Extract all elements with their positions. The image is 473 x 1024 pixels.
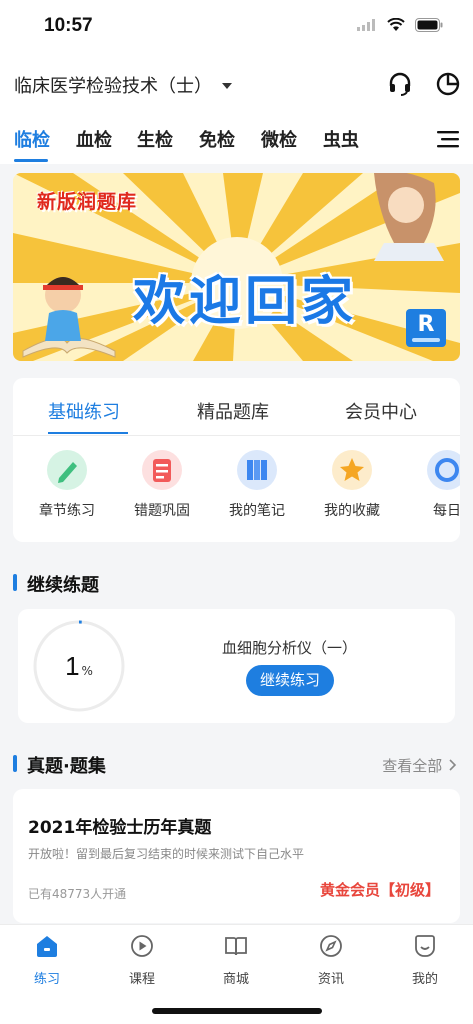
- continue-card[interactable]: 1% 血细胞分析仪（一） 继续练习: [18, 609, 455, 723]
- nav-course[interactable]: 课程: [107, 933, 177, 987]
- nav-label: 资讯: [317, 972, 344, 987]
- pencil-icon: [47, 450, 87, 490]
- cellular-signal-icon: [357, 19, 375, 31]
- reading-boy-illustration: [22, 277, 116, 358]
- brand-logo-bar: [412, 338, 440, 342]
- tab-shengjian[interactable]: 生检: [137, 126, 173, 152]
- shortcut-label: 错题巩固: [134, 503, 190, 519]
- error-list-icon: [142, 450, 182, 490]
- nav-label: 我的: [411, 972, 438, 987]
- menu-icon[interactable]: [437, 130, 459, 148]
- nav-practice[interactable]: 练习: [12, 933, 82, 987]
- shortcut-wrong-questions[interactable]: 错题巩固: [117, 450, 207, 520]
- active-tab-indicator: [14, 159, 48, 162]
- caret-down-icon: [222, 83, 232, 89]
- shortcut-my-notes[interactable]: 我的笔记: [212, 450, 302, 520]
- exam-section-title: 真题·题集: [13, 752, 106, 778]
- status-icons: [357, 18, 443, 32]
- brand-logo: R: [406, 309, 446, 347]
- status-bar: 10:57: [0, 0, 473, 56]
- nav-label: 商城: [222, 972, 249, 987]
- profile-icon: [415, 935, 435, 957]
- nav-store[interactable]: 商城: [201, 933, 271, 987]
- progress-text: 1%: [32, 619, 126, 713]
- shortcut-my-favorites[interactable]: 我的收藏: [307, 450, 397, 520]
- banner-tag: 新版润题库: [37, 191, 138, 213]
- practice-tab-indicator: [48, 432, 128, 434]
- nav-label: 练习: [33, 972, 60, 987]
- headset-icon[interactable]: [386, 70, 414, 98]
- nav-news[interactable]: 资讯: [296, 933, 366, 987]
- nav-label: 课程: [128, 972, 155, 987]
- tab-basic-practice[interactable]: 基础练习: [48, 398, 120, 424]
- exam-set-user-count: 已有48773人开通: [28, 887, 127, 901]
- shortcut-row: 章节练习 错题巩固 我的笔记 我的收藏 每日: [13, 450, 460, 530]
- shortcut-daily[interactable]: 每日: [402, 450, 460, 520]
- book-icon: [225, 937, 247, 956]
- tab-chongchong[interactable]: 虫虫: [323, 126, 359, 152]
- pie-chart-icon[interactable]: [434, 70, 462, 98]
- practice-tabs: 基础练习 精品题库 会员中心: [13, 378, 460, 436]
- star-icon: [332, 450, 372, 490]
- last-chapter-name: 血细胞分析仪（一）: [222, 639, 358, 657]
- exam-set-description: 开放啦！留到最后复习结束的时候来测试下自己水平: [28, 847, 305, 861]
- progress-unit: %: [81, 664, 93, 678]
- promo-banner[interactable]: 新版润题库 欢迎回家 R: [13, 173, 460, 361]
- exam-set-member-badge[interactable]: 黄金会员【初级】: [320, 879, 440, 900]
- compass-icon: [320, 935, 342, 957]
- continue-section-title: 继续练题: [13, 571, 99, 597]
- home-indicator: [152, 1008, 322, 1014]
- header: 临床医学检验技术（士） 临检 血检 生检 免检 微检 虫虫: [0, 56, 473, 164]
- shortcut-chapter-practice[interactable]: 章节练习: [22, 450, 112, 520]
- wifi-icon: [387, 18, 405, 31]
- category-tabs: 临检 血检 生检 免检 微检 虫虫: [0, 122, 473, 164]
- shortcut-label: 每日: [433, 503, 460, 519]
- practice-card: 基础练习 精品题库 会员中心 章节练习 错题巩固 我的笔记 我的收藏 每日: [13, 378, 460, 542]
- tab-xuejian[interactable]: 血检: [76, 126, 112, 152]
- chevron-right-icon: [449, 759, 457, 771]
- banner-title: 欢迎回家: [133, 272, 358, 332]
- notebook-icon: [237, 450, 277, 490]
- tab-member-center[interactable]: 会员中心: [345, 398, 417, 424]
- shortcut-label: 章节练习: [39, 503, 95, 519]
- subject-label: 临床医学检验技术（士）: [14, 76, 212, 97]
- tab-weijian[interactable]: 微检: [261, 126, 297, 152]
- tab-linjian[interactable]: 临检: [14, 126, 50, 152]
- exam-set-card[interactable]: 2021年检验士历年真题 开放啦！留到最后复习结束的时候来测试下自己水平 已有4…: [13, 789, 460, 923]
- exam-set-title: 2021年检验士历年真题: [28, 818, 212, 838]
- tab-mianjian[interactable]: 免检: [199, 126, 235, 152]
- tab-premium-bank[interactable]: 精品题库: [197, 398, 269, 424]
- status-time: 10:57: [44, 15, 93, 36]
- view-all-link[interactable]: 查看全部: [382, 755, 457, 776]
- shortcut-label: 我的收藏: [324, 503, 380, 519]
- subject-selector[interactable]: 临床医学检验技术（士）: [14, 72, 232, 98]
- daily-icon: [427, 450, 460, 490]
- studying-girl-illustration: [374, 173, 444, 261]
- progress-value: 1: [65, 651, 80, 681]
- view-all-label: 查看全部: [382, 757, 443, 775]
- play-icon: [131, 935, 153, 957]
- home-icon: [37, 936, 57, 957]
- continue-practice-button[interactable]: 继续练习: [246, 665, 334, 696]
- battery-icon: [415, 18, 443, 32]
- shortcut-label: 我的笔记: [229, 503, 285, 519]
- nav-profile[interactable]: 我的: [390, 933, 460, 987]
- brand-logo-letter: R: [417, 312, 435, 337]
